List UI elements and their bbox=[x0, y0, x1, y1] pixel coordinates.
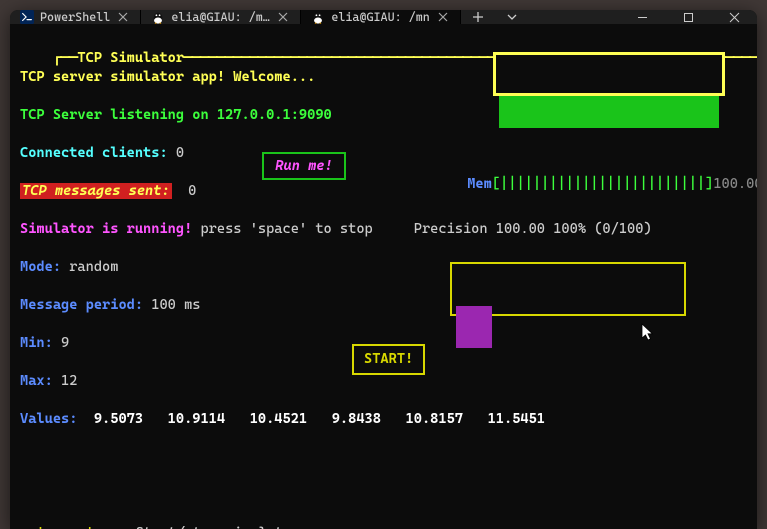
max-label: Max: bbox=[20, 373, 53, 389]
tab-powershell[interactable]: PowerShell bbox=[10, 10, 141, 24]
mode-value: random bbox=[61, 259, 118, 275]
precision-gauge-fill bbox=[499, 96, 719, 128]
powershell-icon bbox=[20, 10, 34, 24]
precision-gauge-box bbox=[493, 52, 725, 96]
help-key: 'space' bbox=[36, 525, 93, 529]
terminal-body[interactable]: ┌──TCP Simulator────────────────────────… bbox=[10, 24, 757, 529]
tab-label: elia@GIAU: /mn bbox=[331, 10, 429, 24]
mem-label: Mem bbox=[467, 176, 492, 192]
maximize-button[interactable] bbox=[665, 10, 711, 24]
mouse-cursor-icon bbox=[592, 304, 606, 324]
tab-linux-2-active[interactable]: elia@GIAU: /mn bbox=[301, 10, 460, 24]
period-label: Message period: bbox=[20, 297, 143, 313]
min-label: Min: bbox=[20, 335, 53, 351]
period-value: 100 ms bbox=[143, 297, 200, 313]
running-status: Simulator is running! bbox=[20, 221, 192, 237]
running-hint: press 'space' to stop bbox=[192, 221, 372, 237]
max-value: 12 bbox=[53, 373, 78, 389]
interactive-gauge-box bbox=[450, 262, 686, 316]
mem-readout: 100.00/100% bbox=[713, 176, 757, 192]
tux-icon bbox=[151, 10, 165, 24]
help-desc: Start/stop simulator bbox=[135, 525, 299, 529]
clients-value: 0 bbox=[176, 145, 184, 161]
tab-dropdown-button[interactable] bbox=[495, 10, 529, 24]
start-label: START! bbox=[364, 351, 413, 367]
mem-gauge: Mem[|||||||||||||||||||||||||]100.00/100… bbox=[418, 156, 757, 213]
run-me-label: Run me! bbox=[275, 157, 332, 176]
tab-strip: PowerShell elia@GIAU: /mnt elia@GIAU: bbox=[10, 10, 619, 24]
tab-linux-1[interactable]: elia@GIAU: /mnt bbox=[141, 10, 301, 24]
window-controls bbox=[619, 10, 757, 24]
messages-label: TCP messages sent: bbox=[20, 183, 172, 199]
run-me-button[interactable]: Run me! bbox=[262, 152, 346, 180]
titlebar: PowerShell elia@GIAU: /mnt elia@GIAU: bbox=[10, 10, 757, 24]
interactive-gauge-fill bbox=[456, 306, 492, 348]
close-icon[interactable] bbox=[116, 10, 130, 24]
terminal-window: PowerShell elia@GIAU: /mnt elia@GIAU: bbox=[10, 10, 757, 529]
mode-label: Mode: bbox=[20, 259, 61, 275]
messages-value: 0 bbox=[188, 183, 196, 199]
values-label: Values: bbox=[20, 411, 77, 427]
precision-gauge-label: Precision 100.00 100% (0/100) bbox=[414, 221, 652, 237]
clients-label: Connected clients: bbox=[20, 145, 168, 161]
values-list: 9.5073 10.9114 10.4521 9.8438 10.8157 11… bbox=[77, 411, 545, 427]
frame-top: ┌── bbox=[53, 50, 78, 66]
frame-title: TCP Simulator bbox=[77, 50, 184, 66]
welcome-line: TCP server simulator app! Welcome... bbox=[20, 69, 315, 85]
close-icon[interactable] bbox=[436, 10, 450, 24]
close-window-button[interactable] bbox=[711, 10, 757, 24]
listen-line: TCP Server listening on 127.0.0.1:9090 bbox=[20, 107, 332, 123]
tab-label: PowerShell bbox=[40, 10, 110, 24]
tux-icon bbox=[311, 10, 325, 24]
min-value: 9 bbox=[53, 335, 69, 351]
close-icon[interactable] bbox=[276, 10, 290, 24]
start-button[interactable]: START! bbox=[352, 344, 425, 375]
new-tab-button[interactable] bbox=[461, 10, 495, 24]
minimize-button[interactable] bbox=[619, 10, 665, 24]
tab-label: elia@GIAU: /mnt bbox=[171, 10, 270, 24]
mem-bar: [|||||||||||||||||||||||||] bbox=[492, 176, 713, 192]
